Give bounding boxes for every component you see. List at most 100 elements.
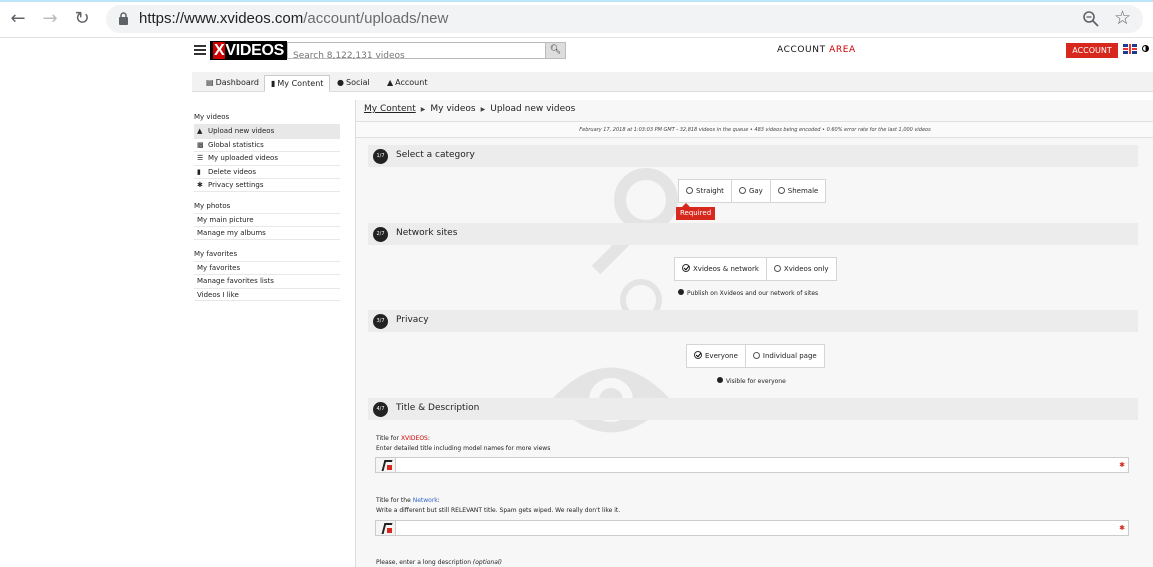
sidebar-item-uploaded[interactable]: ☰ My uploaded videos	[194, 151, 340, 165]
privacy-note: Visible for everyone	[717, 377, 786, 385]
uk-flag-icon[interactable]	[1123, 44, 1137, 54]
breadcrumb-my-videos[interactable]: My videos	[430, 104, 475, 114]
url-path: /account/uploads/new	[303, 10, 449, 27]
sidebar-item-liked[interactable]: Videos I like	[194, 287, 340, 301]
label-text: Please, enter a long description	[376, 559, 471, 566]
label-prefix: Title for the	[376, 497, 411, 504]
sidebar: My videos ▲ Upload new videos ▩ Global sta…	[194, 111, 340, 309]
network-title-input[interactable]	[398, 522, 1118, 534]
sidebar-item-main-picture[interactable]: My main picture	[194, 212, 340, 227]
step-badge: 2/7	[373, 227, 388, 242]
network-xvideos-network-option[interactable]: Xvideos & network	[675, 258, 767, 280]
contrast-icon[interactable]	[1142, 45, 1149, 52]
sidebar-item-label: My uploaded videos	[208, 154, 278, 162]
bookmark-star-icon[interactable]: ☆	[1114, 7, 1131, 29]
section-title: Network sites	[396, 228, 458, 238]
area-title-account: ACCOUNT	[777, 45, 826, 55]
section-category-header: 1/7 Select a category	[368, 145, 1138, 167]
account-button[interactable]: ACCOUNT	[1066, 43, 1118, 58]
sidebar-item-delete[interactable]: ▮ Delete videos	[194, 164, 340, 179]
search-box: 🔍︎	[287, 42, 566, 64]
search-button[interactable]: 🔍︎	[545, 43, 565, 58]
site-logo[interactable]: XVIDEOS	[210, 41, 288, 60]
sidebar-item-fav-lists[interactable]: Manage favorites lists	[194, 274, 340, 288]
category-shemale-option[interactable]: Shemale	[771, 180, 826, 202]
sidebar-heading: My favorites	[194, 249, 238, 258]
search-input[interactable]	[288, 48, 543, 64]
sidebar-item-label: Global statistics	[208, 140, 264, 149]
description-label: Please, enter a long description (option…	[376, 558, 502, 567]
tab-label: Dashboard	[215, 78, 259, 87]
step-badge: 1/7	[373, 149, 388, 164]
label-suffix: :	[437, 497, 440, 504]
tab-account[interactable]: ▲ Account	[381, 75, 433, 92]
upload-icon: ▲	[197, 127, 203, 135]
option-label: Individual page	[762, 352, 817, 360]
menu-icon[interactable]	[194, 45, 206, 55]
section-title-description-header: 4/7 Title & Description	[368, 398, 1138, 420]
sidebar-item-statistics[interactable]: ▩ Global statistics	[194, 137, 340, 152]
sidebar-item-label: Videos I like	[197, 290, 239, 299]
xvideos-title-input[interactable]	[398, 459, 1118, 471]
label-suffix: :	[427, 435, 430, 442]
title-tool-icon[interactable]	[376, 521, 396, 535]
title-tool-icon[interactable]	[376, 458, 396, 472]
zoom-icon[interactable]	[1081, 9, 1101, 29]
category-gay-option[interactable]: Gay	[732, 180, 771, 202]
privacy-individual-option[interactable]: Individual page	[746, 345, 824, 367]
tab-my-content[interactable]: ▮ My Content	[264, 75, 331, 92]
tab-dashboard[interactable]: ▤ Dashboard	[200, 75, 265, 92]
label-brand: XVIDEOS	[400, 435, 428, 442]
sidebar-group-photos: My photos My main picture Manage my albu…	[194, 200, 340, 240]
section-title: Title & Description	[396, 403, 480, 413]
area-title-area: AREA	[829, 45, 856, 55]
section-network-header: 2/7 Network sites	[368, 223, 1138, 245]
sidebar-heading: My photos	[194, 201, 231, 210]
forward-arrow-icon[interactable]: →	[40, 9, 60, 29]
account-tabs: ▤ Dashboard ▮ My Content ● Social ▲ Account	[192, 72, 1153, 92]
category-straight-option[interactable]: Straight	[679, 180, 732, 202]
users-icon: ●	[337, 78, 344, 87]
required-asterisk-icon: ✱	[1119, 524, 1125, 532]
sidebar-item-privacy[interactable]: ✱ Privacy settings	[194, 178, 340, 192]
checked-circle-icon	[682, 264, 690, 272]
option-label: Xvideos & network	[693, 265, 759, 273]
sidebar-item-favorites[interactable]: My favorites	[194, 260, 340, 275]
url-text: https://www.xvideos.com/account/uploads/…	[139, 10, 448, 27]
xvideos-title-label: Title for XVIDEOS:	[376, 434, 430, 443]
note-text: Visible for everyone	[726, 378, 786, 385]
sidebar-item-albums[interactable]: Manage my albums	[194, 226, 340, 240]
breadcrumb-my-content[interactable]: My Content	[364, 104, 416, 114]
reload-icon[interactable]: ↻	[72, 9, 92, 29]
address-bar[interactable]: https://www.xvideos.com/account/uploads/…	[106, 5, 1143, 33]
category-options: Straight Gay Shemale	[678, 179, 827, 203]
sidebar-item-label: Delete videos	[208, 167, 256, 176]
sidebar-item-upload[interactable]: ▲ Upload new videos	[194, 124, 340, 138]
tab-social[interactable]: ● Social	[331, 75, 376, 92]
network-xvideos-only-option[interactable]: Xvideos only	[767, 258, 836, 280]
dashboard-icon: ▤	[206, 78, 214, 87]
lock-icon	[119, 12, 128, 25]
checked-circle-icon	[694, 351, 702, 359]
sidebar-item-label: Manage favorites lists	[197, 277, 274, 285]
radio-icon	[738, 187, 746, 194]
site-header: XVIDEOS 🔍︎ ACCOUNT AREA ACCOUNT	[192, 38, 1153, 64]
sidebar-item-label: My favorites	[197, 263, 241, 272]
tab-label: My Content	[277, 79, 324, 88]
xvideos-title-help: Enter detailed title including model nam…	[376, 445, 551, 452]
privacy-everyone-option[interactable]: Everyone	[687, 345, 746, 367]
sidebar-heading: My videos	[194, 113, 230, 121]
network-options: Xvideos & network Xvideos only	[674, 257, 837, 281]
trash-icon: ▮	[197, 167, 201, 176]
sidebar-group-favorites: My favorites My favorites Manage favorit…	[194, 248, 340, 301]
sidebar-item-label: Manage my albums	[197, 229, 266, 237]
user-icon: ▲	[387, 78, 394, 87]
note-text: Publish on Xvideos and our network of si…	[687, 290, 819, 297]
required-tooltip: Required	[676, 203, 716, 220]
section-title: Privacy	[396, 315, 429, 325]
back-arrow-icon[interactable]: ←	[8, 9, 28, 29]
radio-icon	[773, 265, 781, 272]
label-brand: Network	[412, 497, 438, 504]
file-icon: ▮	[271, 79, 276, 88]
network-note: Publish on Xvideos and our network of si…	[678, 289, 818, 297]
